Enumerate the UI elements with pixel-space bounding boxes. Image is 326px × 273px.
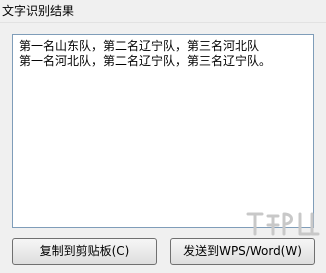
title-bar: 文字识别结果 xyxy=(0,0,326,23)
copy-to-clipboard-button[interactable]: 复制到剪贴板(C) xyxy=(12,238,157,265)
ocr-result-window: 文字识别结果 第一名山东队，第二名辽宁队，第三名河北队 第一名河北队，第二名辽宁… xyxy=(0,0,326,273)
result-line-1: 第一名山东队，第二名辽宁队，第三名河北队 xyxy=(19,39,260,53)
result-text-area[interactable]: 第一名山东队，第二名辽宁队，第三名河北队 第一名河北队，第二名辽宁队，第三名辽宁… xyxy=(12,34,314,228)
result-line-2: 第一名河北队，第二名辽宁队，第三名辽宁队。 xyxy=(19,54,272,68)
window-title: 文字识别结果 xyxy=(2,4,75,18)
send-to-wps-word-button[interactable]: 发送到WPS/Word(W) xyxy=(170,238,315,265)
